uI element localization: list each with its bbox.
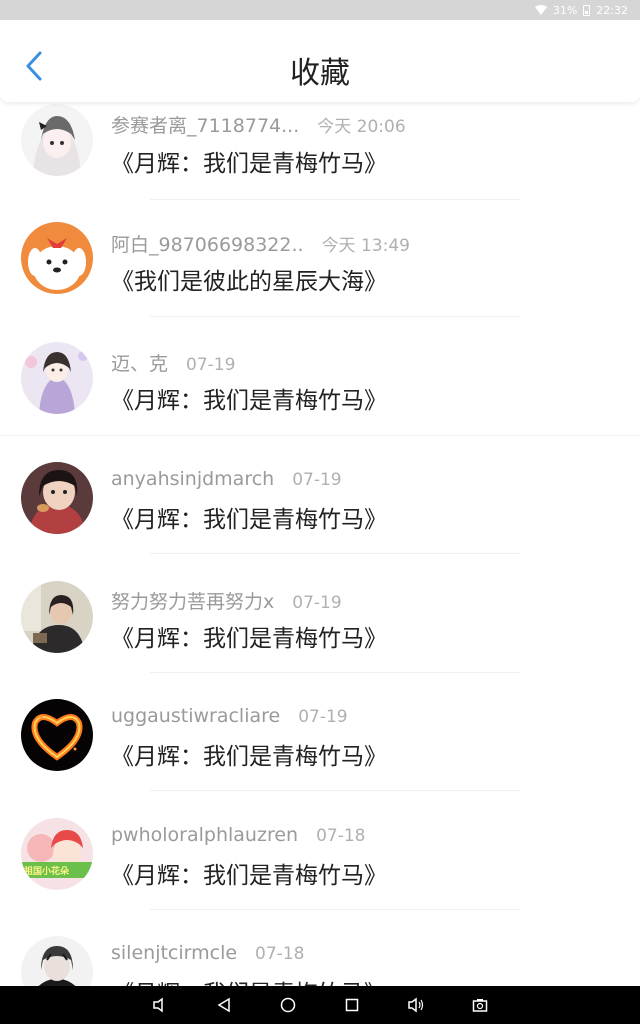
divider	[150, 199, 520, 200]
divider	[150, 671, 520, 673]
favorites-list: 参赛者离_7118774... 今天 20:06 《月辉：我们是青梅竹马》 阿白…	[0, 102, 640, 986]
timestamp: 07-19	[298, 707, 348, 727]
name-row: 迈、克 07-19	[111, 349, 235, 376]
work-title[interactable]: 《月辉：我们是青梅竹马》	[111, 619, 387, 653]
square-recents-icon	[345, 998, 359, 1012]
speaker-icon	[153, 997, 163, 1013]
divider	[150, 553, 520, 554]
divider	[150, 908, 520, 910]
user-name[interactable]: silenjtcirmcle	[111, 942, 237, 964]
status-bar: 31% 22:32	[0, 0, 640, 20]
divider	[150, 790, 520, 791]
circle-home-icon	[280, 997, 296, 1013]
user-name[interactable]: 阿白_98706698322..	[111, 230, 304, 257]
name-row: anyahsinjdmarch 07-19	[111, 468, 342, 490]
list-item[interactable]: 参赛者离_7118774... 今天 20:06 《月辉：我们是青梅竹马》	[0, 102, 640, 220]
work-title[interactable]: 《月辉：我们是青梅竹马》	[111, 500, 387, 534]
divider	[150, 316, 520, 317]
user-name[interactable]: anyahsinjdmarch	[111, 468, 274, 490]
divider	[0, 434, 640, 436]
name-row: pwholoralphlauzren 07-18	[111, 824, 365, 846]
timestamp: 今天 20:06	[317, 117, 406, 137]
user-name[interactable]: 参赛者离_7118774...	[111, 111, 299, 138]
work-title[interactable]: 《我们是彼此的星辰大海》	[111, 262, 387, 296]
app-header: 收藏	[0, 20, 640, 102]
name-row: uggaustiwracliare 07-19	[111, 705, 348, 727]
name-row: 阿白_98706698322.. 今天 13:49	[111, 230, 410, 257]
avatar[interactable]	[21, 104, 93, 176]
camera-icon	[472, 999, 488, 1012]
work-title[interactable]: 《月辉：我们是青梅竹马》	[111, 856, 387, 890]
status-time: 22:32	[596, 3, 628, 17]
work-title[interactable]: 《月辉：我们是青梅竹马》	[111, 974, 387, 986]
avatar[interactable]	[21, 222, 93, 294]
timestamp: 07-19	[186, 354, 236, 375]
list-item[interactable]: uggaustiwracliare 07-19 《月辉：我们是青梅竹马》	[0, 694, 640, 813]
timestamp: 07-18	[316, 825, 366, 846]
avatar[interactable]	[21, 462, 93, 534]
work-title[interactable]: 《月辉：我们是青梅竹马》	[111, 381, 387, 415]
list-item[interactable]: 阿白_98706698322.. 今天 13:49 《我们是彼此的星辰大海》	[0, 220, 640, 339]
user-name[interactable]: 迈、克	[111, 349, 168, 376]
list-item[interactable]: anyahsinjdmarch 07-19 《月辉：我们是青梅竹马》	[0, 457, 640, 576]
battery-icon	[583, 4, 591, 16]
avatar[interactable]	[21, 936, 93, 986]
work-title[interactable]: 《月辉：我们是青梅竹马》	[111, 737, 387, 771]
avatar[interactable]	[21, 341, 93, 414]
avatar-badge-text: 祖国小花朵	[24, 866, 70, 877]
name-row: silenjtcirmcle 07-18	[111, 942, 304, 964]
timestamp: 07-19	[292, 592, 342, 613]
list-item[interactable]: 迈、克 07-19 《月辉：我们是青梅竹马》	[0, 339, 640, 458]
avatar[interactable]	[21, 699, 93, 771]
volume-up-button[interactable]	[405, 994, 427, 1016]
back-nav-button[interactable]	[213, 994, 235, 1016]
triangle-back-icon	[217, 997, 230, 1013]
battery-percent: 31%	[552, 3, 578, 17]
wifi-icon	[534, 5, 547, 15]
user-name[interactable]: pwholoralphlauzren	[111, 824, 298, 846]
timestamp: 07-19	[292, 470, 342, 490]
screenshot-button[interactable]	[469, 994, 491, 1016]
system-nav-bar	[0, 986, 640, 1024]
timestamp: 07-18	[255, 944, 305, 964]
avatar[interactable]: 祖国小花朵	[21, 817, 93, 890]
user-name[interactable]: uggaustiwracliare	[111, 705, 280, 727]
recents-nav-button[interactable]	[341, 994, 363, 1016]
list-item[interactable]: 努力努力菩再努力x 07-19 《月辉：我们是青梅竹马》	[0, 576, 640, 695]
volume-down-button[interactable]	[149, 994, 171, 1016]
list-item[interactable]: 祖国小花朵 pwholoralphlauzren 07-18 《月辉：我们是青梅…	[0, 813, 640, 932]
home-nav-button[interactable]	[277, 994, 299, 1016]
name-row: 努力努力菩再努力x 07-19	[111, 587, 342, 614]
avatar[interactable]	[21, 580, 93, 653]
timestamp: 今天 13:49	[321, 236, 410, 256]
page-title: 收藏	[290, 56, 350, 91]
list-item[interactable]: silenjtcirmcle 07-18 《月辉：我们是青梅竹马》	[0, 931, 640, 986]
speaker-loud-icon	[408, 997, 424, 1013]
work-title[interactable]: 《月辉：我们是青梅竹马》	[111, 144, 387, 178]
user-name[interactable]: 努力努力菩再努力x	[111, 587, 274, 614]
name-row: 参赛者离_7118774... 今天 20:06	[111, 111, 406, 138]
